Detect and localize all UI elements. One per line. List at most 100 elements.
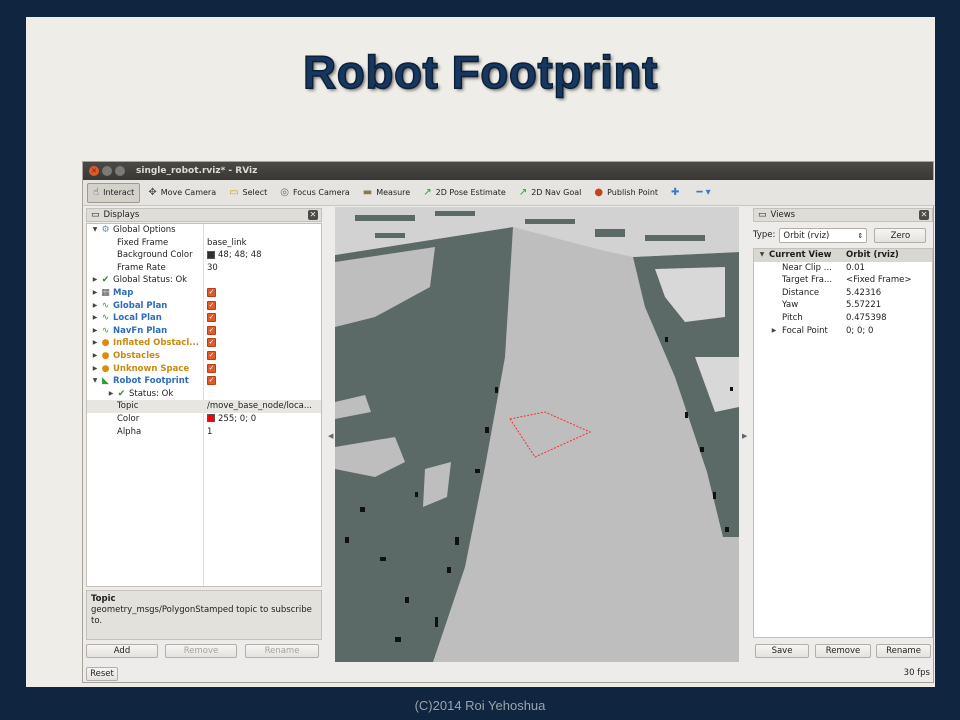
- display-row-value[interactable]: ✓: [207, 337, 321, 350]
- display-row-value: base_link: [207, 237, 321, 250]
- views-close-icon[interactable]: ✕: [919, 210, 929, 220]
- display-row-value[interactable]: ✓: [207, 363, 321, 376]
- display-row-fixed-frame[interactable]: Fixed Frame base_link: [87, 237, 321, 250]
- display-row-robot-footprint[interactable]: ▼ ◣ Robot Footprint ✓: [87, 375, 321, 388]
- enabled-checkbox[interactable]: ✓: [207, 376, 216, 386]
- color-swatch[interactable]: [207, 414, 215, 423]
- display-row-topic[interactable]: Topic/move_base_node/loca...: [87, 400, 321, 413]
- view-row-pitch[interactable]: Pitch 0.475398: [754, 312, 932, 325]
- display-row-global-status-ok[interactable]: ▶ ✔ Global Status: Ok: [87, 274, 321, 287]
- display-row-navfn-plan[interactable]: ▶ ∿ NavFn Plan ✓: [87, 325, 321, 338]
- view-row-value[interactable]: <Fixed Frame>: [846, 274, 911, 287]
- tool-focus-camera-button[interactable]: ◎ Focus Camera: [275, 183, 355, 203]
- display-row-global-options[interactable]: ▼ ⚙ Global Options: [87, 224, 321, 237]
- enabled-checkbox[interactable]: ✓: [207, 287, 216, 297]
- display-row-value[interactable]: ✓: [207, 312, 321, 325]
- expand-arrow-icon[interactable]: ▼: [758, 249, 766, 262]
- add-display-button[interactable]: Add: [86, 644, 158, 658]
- color-swatch[interactable]: [207, 250, 215, 259]
- enabled-checkbox[interactable]: ✓: [207, 313, 216, 323]
- map-view[interactable]: [335, 207, 739, 662]
- display-row-unknown-space[interactable]: ▶ ● Unknown Space ✓: [87, 363, 321, 376]
- tool-2d-nav-goal-button[interactable]: ↗ 2D Nav Goal: [514, 183, 587, 203]
- expand-arrow-icon[interactable]: ▶: [91, 300, 99, 313]
- view-type-select[interactable]: Orbit (rviz) ⇕: [779, 227, 868, 243]
- display-row-value: 1: [207, 426, 321, 439]
- collapse-right-icon[interactable]: ▶: [742, 432, 747, 440]
- remove-view-button[interactable]: Remove: [815, 644, 871, 658]
- expand-arrow-icon[interactable]: ▶: [770, 325, 778, 338]
- plus-icon: ✚: [671, 186, 680, 198]
- tool-publish-point-button[interactable]: ● Publish Point: [589, 183, 663, 203]
- views-tree[interactable]: ▼ Current View Orbit (rviz) Near Clip ... 0.…: [753, 248, 933, 638]
- view-row-value[interactable]: 0; 0; 0: [846, 325, 873, 338]
- window-minimize-button[interactable]: [102, 166, 112, 176]
- hand-icon: ☝: [93, 186, 100, 198]
- display-row-alpha[interactable]: Alpha 1: [87, 426, 321, 439]
- collapse-left-icon[interactable]: ◀: [328, 432, 333, 440]
- display-row-frame-rate[interactable]: Frame Rate 30: [87, 262, 321, 275]
- expand-arrow-icon[interactable]: ▼: [91, 375, 99, 388]
- rename-view-button[interactable]: Rename: [876, 644, 931, 658]
- displays-close-icon[interactable]: ✕: [308, 210, 318, 220]
- expand-arrow-icon[interactable]: ▶: [91, 312, 99, 325]
- enabled-checkbox[interactable]: ✓: [207, 338, 216, 348]
- rename-display-button[interactable]: Rename: [245, 644, 319, 658]
- display-row-obstacles[interactable]: ▶ ● Obstacles ✓: [87, 350, 321, 363]
- expand-arrow-icon[interactable]: ▶: [91, 337, 99, 350]
- view-row-current-view[interactable]: ▼ Current View Orbit (rviz): [754, 249, 932, 262]
- view-row-label: Pitch: [782, 312, 803, 323]
- reset-button[interactable]: Reset: [86, 667, 118, 681]
- view-row-value[interactable]: 0.01: [846, 262, 865, 275]
- displays-tree[interactable]: ▼ ⚙ Global Options Fixed Frame base_link Back…: [86, 223, 322, 587]
- expand-arrow-icon[interactable]: ▶: [91, 363, 99, 376]
- view-row-target-fra[interactable]: Target Fra... <Fixed Frame>: [754, 274, 932, 287]
- display-row-value[interactable]: ✓: [207, 375, 321, 388]
- expand-arrow-icon[interactable]: ▶: [107, 388, 115, 401]
- display-row-local-plan[interactable]: ▶ ∿ Local Plan ✓: [87, 312, 321, 325]
- tool-select-button[interactable]: ▭ Select: [224, 183, 272, 203]
- enabled-checkbox[interactable]: ✓: [207, 325, 216, 335]
- zero-button[interactable]: Zero: [874, 227, 927, 243]
- tool-measure-button[interactable]: ▬ Measure: [358, 183, 415, 203]
- display-row-color[interactable]: Color 255; 0; 0: [87, 413, 321, 426]
- view-row-yaw[interactable]: Yaw 5.57221: [754, 299, 932, 312]
- add-tool-button[interactable]: ✚: [666, 183, 688, 203]
- view-row-value[interactable]: 5.42316: [846, 287, 881, 300]
- views-panel: ▭ Views ✕ Type: Orbit (rviz) ⇕ Zero ▼ Cur…: [753, 208, 933, 638]
- view-row-focal-point[interactable]: ▶ Focal Point 0; 0; 0: [754, 325, 932, 338]
- display-row-map[interactable]: ▶ ▦ Map ✓: [87, 287, 321, 300]
- expand-arrow-icon[interactable]: ▶: [91, 325, 99, 338]
- view-row-distance[interactable]: Distance 5.42316: [754, 287, 932, 300]
- display-row-inflated-obstacl[interactable]: ▶ ● Inflated Obstacl... ✓: [87, 337, 321, 350]
- display-row-value[interactable]: ✓: [207, 325, 321, 338]
- tool-interact-button[interactable]: ☝ Interact: [87, 182, 141, 203]
- display-row-global-plan[interactable]: ▶ ∿ Global Plan ✓: [87, 300, 321, 313]
- tool-label: Move Camera: [160, 188, 217, 197]
- display-row-background-color[interactable]: Background Color 48; 48; 48: [87, 249, 321, 262]
- display-row-value[interactable]: ✓: [207, 300, 321, 313]
- save-view-button[interactable]: Save: [755, 644, 809, 658]
- window-close-button[interactable]: ✕: [89, 166, 99, 176]
- display-row-status-ok[interactable]: ▶ ✔ Status: Ok: [87, 388, 321, 401]
- remove-display-button[interactable]: Remove: [165, 644, 237, 658]
- combo-arrows-icon: ⇕: [857, 231, 864, 240]
- enabled-checkbox[interactable]: ✓: [207, 363, 216, 373]
- window-maximize-button[interactable]: [115, 166, 125, 176]
- enabled-checkbox[interactable]: ✓: [207, 350, 216, 360]
- expand-arrow-icon[interactable]: ▶: [91, 350, 99, 363]
- expand-arrow-icon[interactable]: ▼: [91, 224, 99, 237]
- tool-2d-pose-estimate-button[interactable]: ↗ 2D Pose Estimate: [418, 183, 511, 203]
- display-row-value[interactable]: ✓: [207, 350, 321, 363]
- view-row-value[interactable]: 0.475398: [846, 312, 887, 325]
- remove-tool-button[interactable]: ━ ▾: [691, 183, 719, 203]
- display-row-value[interactable]: ✓: [207, 287, 321, 300]
- expand-arrow-icon[interactable]: ▶: [91, 287, 99, 300]
- render-viewport[interactable]: [335, 207, 739, 662]
- view-row-value[interactable]: 5.57221: [846, 299, 881, 312]
- tool-move-camera-button[interactable]: ✥ Move Camera: [143, 183, 221, 203]
- expand-arrow-icon[interactable]: ▶: [91, 274, 99, 287]
- view-row-value[interactable]: Orbit (rviz): [846, 249, 899, 262]
- enabled-checkbox[interactable]: ✓: [207, 300, 216, 310]
- view-row-near-clip[interactable]: Near Clip ... 0.01: [754, 262, 932, 275]
